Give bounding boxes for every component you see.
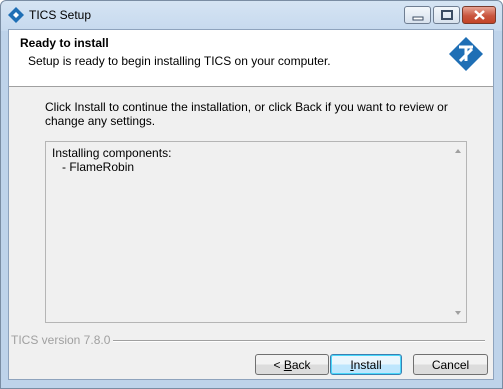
minimize-icon — [412, 16, 424, 21]
ready-memo[interactable]: Installing components: - FlameRobin — [45, 141, 467, 323]
install-button[interactable]: Install — [330, 354, 402, 375]
scroll-down-arrow-icon[interactable] — [454, 310, 462, 316]
back-prefix: < — [273, 358, 284, 372]
version-label: TICS version 7.8.0 — [11, 333, 111, 347]
maximize-icon — [441, 10, 453, 20]
scroll-up-arrow-icon[interactable] — [454, 148, 462, 154]
cancel-button[interactable]: Cancel — [413, 354, 488, 375]
version-divider — [113, 340, 485, 342]
wizard-header: Ready to install Setup is ready to begin… — [9, 30, 493, 87]
maximize-button[interactable] — [433, 6, 460, 24]
minimize-button[interactable] — [404, 6, 431, 24]
back-accelerator: B — [283, 358, 292, 372]
setup-window: TICS Setup Ready to install Setup is rea… — [0, 0, 503, 389]
close-button[interactable] — [462, 6, 496, 24]
tics-logo-icon — [449, 37, 483, 71]
memo-scrollbar[interactable] — [450, 142, 466, 322]
instruction-text: Click Install to continue the installati… — [45, 100, 448, 128]
back-label: ack — [291, 358, 311, 372]
close-icon — [474, 10, 485, 20]
app-icon — [8, 7, 24, 23]
memo-content: Installing components: - FlameRobin — [52, 146, 171, 174]
title-bar[interactable]: TICS Setup — [1, 1, 502, 29]
memo-item: - FlameRobin — [62, 160, 135, 174]
page-subtitle: Setup is ready to begin installing TICS … — [28, 54, 331, 68]
memo-heading: Installing components: — [52, 146, 172, 160]
page-title: Ready to install — [20, 36, 109, 50]
window-title: TICS Setup — [29, 8, 92, 22]
install-label: nstall — [353, 358, 382, 372]
wizard-client: Ready to install Setup is ready to begin… — [8, 29, 494, 380]
back-button[interactable]: < Back — [255, 354, 329, 375]
